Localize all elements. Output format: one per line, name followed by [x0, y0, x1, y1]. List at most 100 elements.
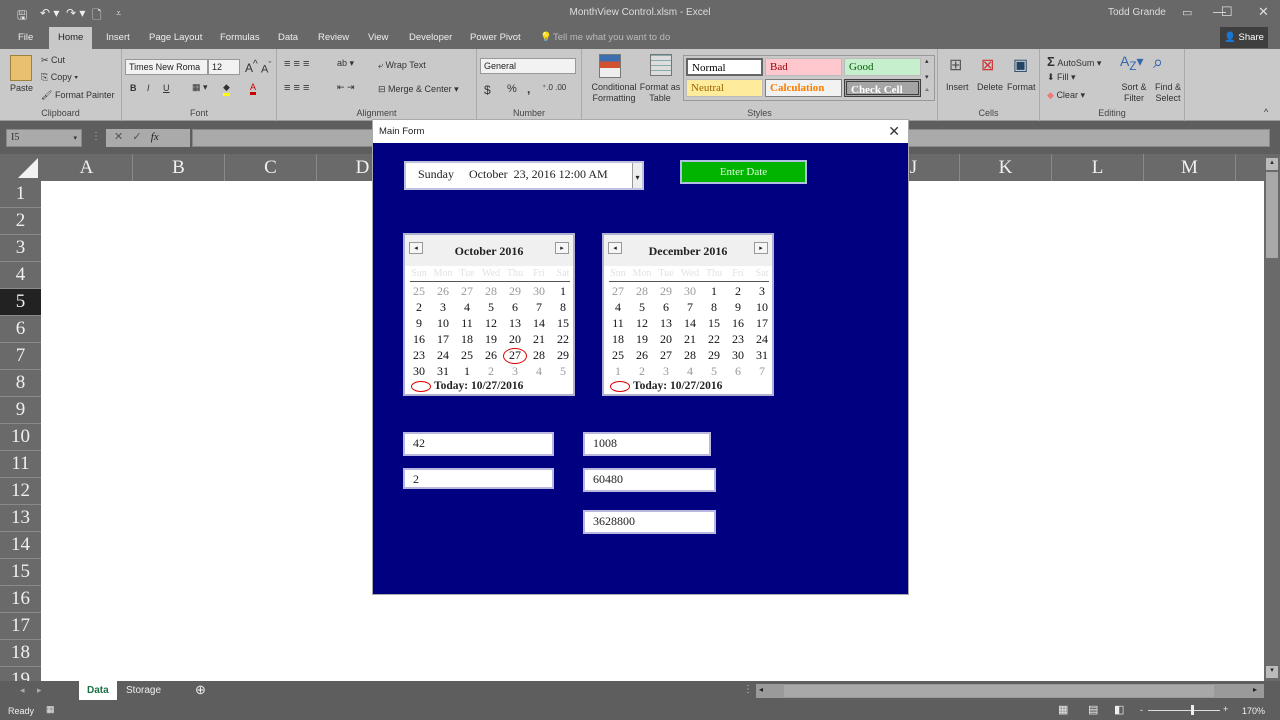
calendar-day[interactable]: 29	[702, 348, 726, 363]
sheet-tab-storage[interactable]: Storage	[118, 681, 169, 700]
calendar-day[interactable]: 2	[726, 284, 750, 299]
indent-icon[interactable]: ⇤ ⇥	[337, 82, 355, 93]
calendar-day[interactable]: 4	[527, 364, 551, 379]
format-painter-button[interactable]: 🖌 Format Painter	[41, 90, 114, 101]
horizontal-scrollbar[interactable]: ◂ ▸	[756, 684, 1264, 698]
tab-developer[interactable]: Developer	[409, 32, 452, 43]
format-cells-icon[interactable]: ▣	[1013, 55, 1028, 75]
delete-cells-icon[interactable]: ⊠	[981, 55, 994, 75]
style-normal[interactable]: Normal	[686, 58, 763, 76]
calendar-day[interactable]: 12	[630, 316, 654, 331]
calendar-day[interactable]: 9	[407, 316, 431, 331]
calendar-day[interactable]: 3	[750, 284, 774, 299]
borders-icon[interactable]: ▦ ▾	[192, 82, 208, 93]
cut-button[interactable]: ✂ Cut	[41, 55, 65, 66]
fill-color-icon[interactable]: ◆	[223, 82, 230, 96]
align-left-icon[interactable]: ≡ ≡ ≡	[284, 82, 309, 94]
insert-cells-icon[interactable]: ⊞	[949, 55, 962, 75]
calendar-day[interactable]: 7	[527, 300, 551, 315]
calendar-day[interactable]: 4	[455, 300, 479, 315]
calendar-day[interactable]: 1	[455, 364, 479, 379]
ribbon-display-icon[interactable]: ▭	[1182, 6, 1192, 19]
textbox-right-1[interactable]: 1008	[583, 432, 711, 456]
underline-button[interactable]: U	[163, 83, 170, 93]
orientation-icon[interactable]: ab ▾	[337, 58, 354, 69]
calendar-day[interactable]: 19	[630, 332, 654, 347]
tab-power-pivot[interactable]: Power Pivot	[470, 32, 521, 43]
calendar-day[interactable]: 25	[455, 348, 479, 363]
zoom-in-button[interactable]: +	[1223, 704, 1228, 714]
tab-review[interactable]: Review	[318, 32, 349, 43]
calendar-day[interactable]: 1	[551, 284, 575, 299]
calendar-day[interactable]: 14	[527, 316, 551, 331]
column-header-b[interactable]: B	[133, 154, 225, 181]
calendar-day[interactable]: 11	[455, 316, 479, 331]
calendar-day[interactable]: 16	[726, 316, 750, 331]
calendar-day[interactable]: 30	[678, 284, 702, 299]
font-color-icon[interactable]: A	[250, 82, 257, 95]
calendar-day[interactable]: 6	[654, 300, 678, 315]
calendar-day[interactable]: 3	[503, 364, 527, 379]
calendar-day[interactable]: 2	[407, 300, 431, 315]
zoom-slider[interactable]	[1148, 710, 1220, 711]
clear-button[interactable]: ◆ Clear ▾	[1047, 90, 1085, 101]
align-top-icon[interactable]: ≡ ≡ ≡	[284, 58, 309, 70]
find-select-icon[interactable]: ⌕	[1153, 52, 1163, 73]
sort-filter-button[interactable]: Sort & Filter	[1116, 82, 1152, 104]
bold-button[interactable]: B	[130, 83, 137, 93]
style-bad[interactable]: Bad	[765, 58, 842, 76]
horizontal-scroll-thumb[interactable]	[784, 685, 1214, 697]
calendar-day[interactable]: 7	[750, 364, 774, 379]
today-link[interactable]: Today: 10/27/2016	[610, 380, 722, 392]
zoom-level[interactable]: 170%	[1242, 706, 1265, 716]
next-month-button[interactable]: ▸	[754, 242, 768, 254]
calendar-day[interactable]: 16	[407, 332, 431, 347]
calendar-day[interactable]: 18	[455, 332, 479, 347]
row-header-16[interactable]: 16	[0, 586, 41, 613]
calendar-day[interactable]: 18	[606, 332, 630, 347]
delete-cells-button[interactable]: Delete	[977, 82, 1003, 92]
calendar-day[interactable]: 21	[678, 332, 702, 347]
textbox-right-3[interactable]: 3628800	[583, 510, 716, 534]
calendar-day[interactable]: 24	[431, 348, 455, 363]
calendar-day[interactable]: 5	[551, 364, 575, 379]
gallery-scroll-up[interactable]: ▴	[925, 57, 929, 65]
user-name[interactable]: Todd Grande	[1108, 7, 1166, 18]
calendar-day[interactable]: 28	[479, 284, 503, 299]
column-header-m[interactable]: M	[1144, 154, 1236, 181]
share-button[interactable]: 👤 Share	[1220, 27, 1268, 48]
calendar-day[interactable]: 23	[407, 348, 431, 363]
column-header-a[interactable]: A	[41, 154, 133, 181]
next-month-button[interactable]: ▸	[555, 242, 569, 254]
italic-button[interactable]: I	[147, 83, 150, 93]
row-header-15[interactable]: 15	[0, 559, 41, 586]
insert-function-icon[interactable]: fx	[151, 131, 159, 143]
copy-button[interactable]: ⎘ Copy ▾	[41, 72, 78, 83]
calendar-day[interactable]: 22	[551, 332, 575, 347]
page-break-view-icon[interactable]: ◧	[1114, 703, 1124, 716]
row-header-7[interactable]: 7	[0, 343, 41, 370]
percent-button[interactable]: %	[507, 83, 517, 95]
close-window-button[interactable]: ✕	[1258, 4, 1269, 20]
date-picker-dropdown-button[interactable]: ▾	[632, 163, 642, 188]
tab-page-layout[interactable]: Page Layout	[149, 32, 202, 43]
currency-button[interactable]: $	[484, 83, 491, 97]
calendar-day[interactable]: 13	[654, 316, 678, 331]
macro-record-icon[interactable]: ▦	[46, 704, 55, 715]
decimal-icons[interactable]: ⁺.0 .00	[542, 83, 566, 92]
calendar-day[interactable]: 2	[630, 364, 654, 379]
calendar-day[interactable]: 29	[503, 284, 527, 299]
row-header-8[interactable]: 8	[0, 370, 41, 397]
calendar-day[interactable]: 30	[527, 284, 551, 299]
tell-me-search[interactable]: Tell me what you want to do	[553, 32, 670, 43]
fill-button[interactable]: ⬇ Fill ▾	[1047, 72, 1076, 83]
month-view-october[interactable]: ◂ October 2016 ▸ Sun Mon Tue Wed Thu Fri Sat 25 26 2…	[403, 233, 575, 396]
calendar-day[interactable]: 15	[551, 316, 575, 331]
page-layout-view-icon[interactable]: ▤	[1088, 703, 1098, 716]
calendar-day[interactable]: 8	[702, 300, 726, 315]
wrap-text-button[interactable]: ⤶ Wrap Text	[378, 60, 426, 71]
calendar-day[interactable]: 29	[551, 348, 575, 363]
number-format-select[interactable]: General	[480, 58, 576, 74]
calendar-day[interactable]: 27	[654, 348, 678, 363]
row-header-5[interactable]: 5	[0, 289, 41, 316]
